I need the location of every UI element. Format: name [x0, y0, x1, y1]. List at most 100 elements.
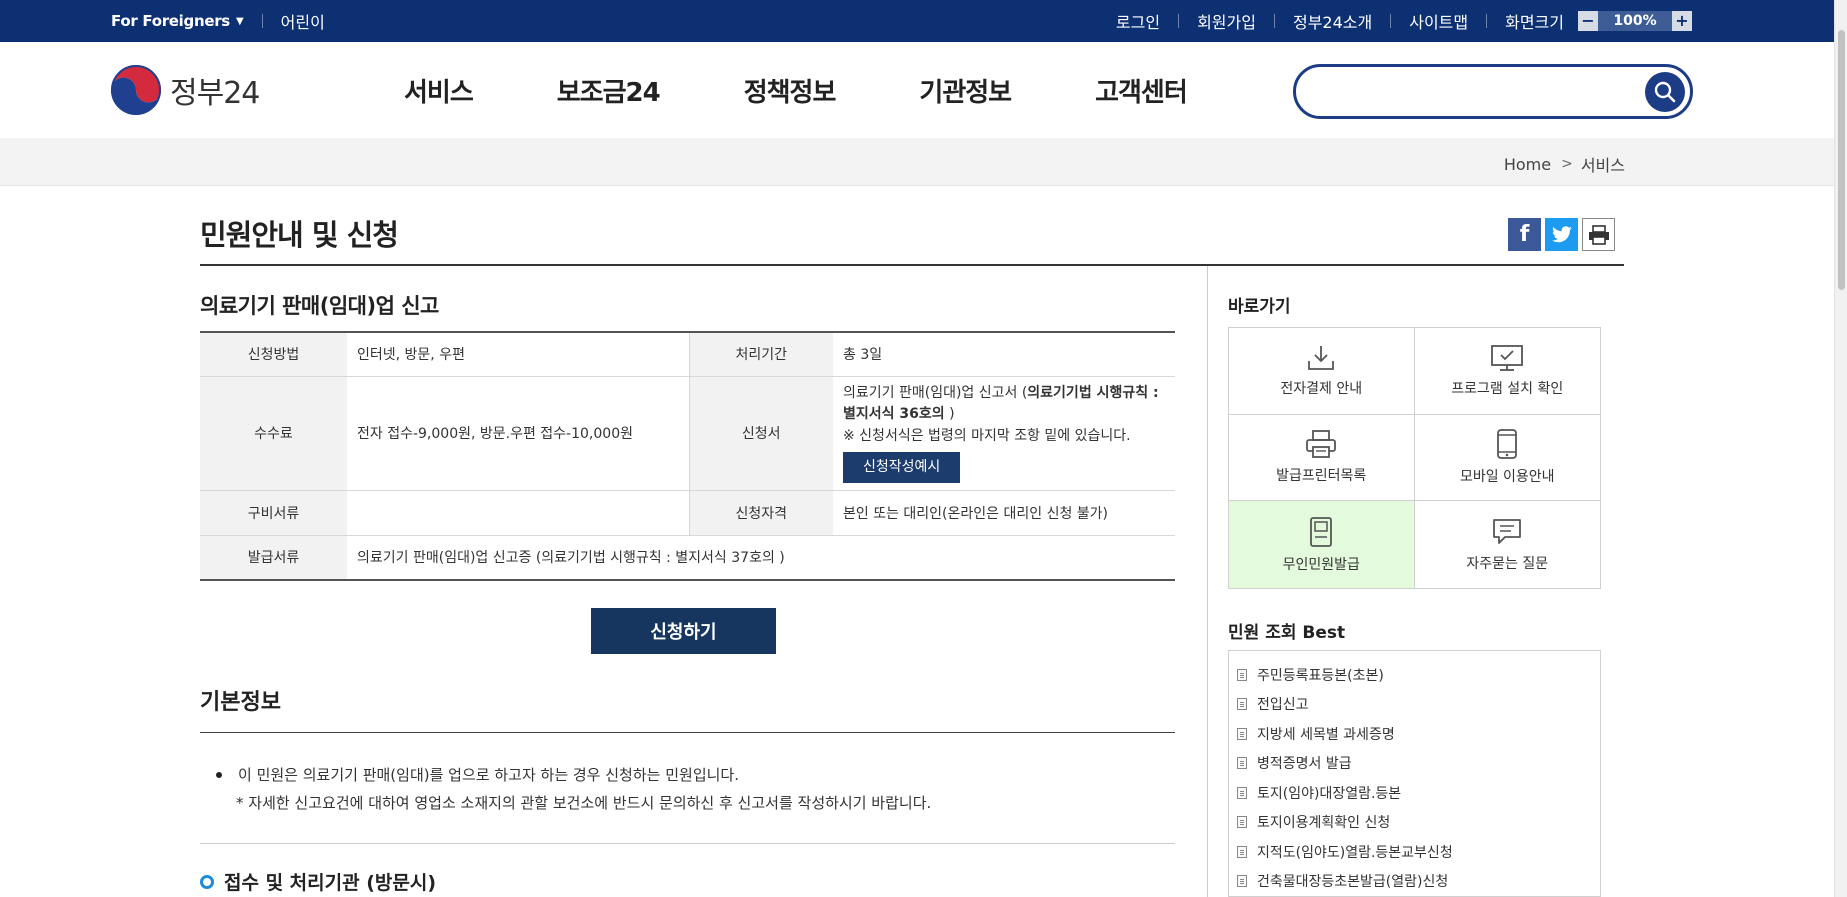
quick-link-printer-list[interactable]: 발급프린터목록 — [1229, 414, 1415, 502]
nav-subsidy24[interactable]: 보조금24 — [557, 72, 661, 109]
best-services-title: 민원 조회 Best — [1228, 623, 1346, 643]
basic-info-title: 기본정보 — [200, 690, 281, 715]
fee-label: 수수료 — [200, 376, 347, 491]
document-icon — [1237, 727, 1247, 740]
document-icon — [1237, 845, 1247, 858]
method-label: 신청방법 — [200, 332, 347, 377]
quick-link-e-payment[interactable]: 전자결제 안내 — [1229, 328, 1415, 415]
bullet-icon — [216, 771, 222, 778]
list-item[interactable]: 지적도(임야도)열람.등본교부신청 — [1229, 837, 1600, 867]
service-title: 의료기기 판매(임대)업 신고 — [200, 294, 439, 318]
breadcrumb-current[interactable]: 서비스 — [1581, 152, 1625, 176]
list-item-label: 주민등록표등본(초본) — [1257, 667, 1384, 684]
table-row: 구비서류 신청자격 본인 또는 대리인(온라인은 대리인 신청 불가) — [200, 490, 1175, 536]
for-foreigners-menu[interactable]: For Foreigners — [111, 12, 230, 30]
facebook-share-button[interactable]: f — [1508, 218, 1541, 251]
about-link[interactable]: 정부24소개 — [1293, 9, 1372, 33]
quick-link-faq[interactable]: 자주묻는 질문 — [1415, 501, 1601, 588]
chevron-right-icon: > — [1561, 156, 1573, 172]
nav-customer-center[interactable]: 고객센터 — [1095, 72, 1188, 109]
list-item[interactable]: 지방세 세목별 과세증명 — [1229, 719, 1600, 749]
print-button[interactable] — [1582, 218, 1615, 251]
document-icon — [1237, 668, 1247, 681]
issue-label: 발급서류 — [200, 535, 347, 581]
signup-link[interactable]: 회원가입 — [1197, 9, 1256, 33]
list-item[interactable]: 병적증명서 발급 — [1229, 749, 1600, 779]
reception-section-title: 접수 및 처리기관 (방문시) — [200, 868, 436, 895]
zoom-out-button[interactable]: − — [1578, 11, 1598, 31]
fee-value: 전자 접수-9,000원, 방문.우편 접수-10,000원 — [347, 376, 689, 491]
list-item-label: 지적도(임야도)열람.등본교부신청 — [1257, 844, 1453, 861]
monitor-check-icon — [1491, 344, 1524, 371]
method-value: 인터넷, 방문, 우편 — [347, 332, 689, 377]
nav-policy-info[interactable]: 정책정보 — [744, 72, 837, 109]
printer-icon — [1588, 224, 1609, 245]
list-item-label: 전입신고 — [1257, 697, 1309, 714]
top-utility-bar: For Foreigners ▼ 어린이 로그인 회원가입 정부24소개 사이트… — [0, 0, 1847, 42]
twitter-icon — [1551, 225, 1572, 242]
period-label: 처리기간 — [688, 332, 833, 377]
best-services-list: 주민등록표등본(초본) 전입신고 지방세 세목별 과세증명 병적증명서 발급 토… — [1228, 650, 1601, 897]
nav-services[interactable]: 서비스 — [404, 72, 474, 109]
breadcrumb-band: Home > 서비스 — [0, 138, 1847, 186]
site-logo[interactable]: 정부24 — [110, 64, 260, 116]
twitter-share-button[interactable] — [1545, 218, 1578, 251]
nav-agency-info[interactable]: 기관정보 — [919, 72, 1012, 109]
list-item[interactable]: 전입신고 — [1229, 690, 1600, 720]
document-icon — [1237, 786, 1247, 799]
list-item[interactable]: 토지(임야)대장열람.등본 — [1229, 778, 1600, 808]
search-button[interactable] — [1645, 72, 1685, 112]
speech-bubble-icon — [1493, 518, 1522, 544]
table-row: 발급서류 의료기기 판매(임대)업 신고증 (의료기기법 시행규칙 : 별지서식… — [200, 535, 1175, 581]
form-example-button[interactable]: 신청작성예시 — [843, 451, 961, 484]
login-link[interactable]: 로그인 — [1116, 9, 1160, 33]
list-item-label: 지방세 세목별 과세증명 — [1257, 726, 1395, 743]
list-item-label: 토지(임야)대장열람.등본 — [1257, 785, 1402, 802]
caret-down-icon[interactable]: ▼ — [236, 16, 244, 27]
main-navigation: 서비스 보조금24 정책정보 기관정보 고객센터 — [404, 42, 1271, 138]
reception-title-text: 접수 및 처리기관 (방문시) — [224, 872, 437, 894]
logo-text: 정부24 — [170, 76, 260, 111]
list-item-label: 토지이용계획확인 신청 — [1257, 815, 1391, 832]
search-icon — [1654, 81, 1676, 103]
form-note: ※ 신청서식은 법령의 마지막 조항 밑에 있습니다. — [843, 428, 1131, 444]
taegeuk-logo-icon — [111, 65, 161, 115]
form-label: 신청서 — [688, 376, 833, 491]
quick-link-mobile-guide[interactable]: 모바일 이용안내 — [1414, 415, 1600, 502]
divider — [1178, 14, 1180, 28]
form-cell: 의료기기 판매(임대)업 신고서 (의료기기법 시행규칙 : 별지서식 36호의… — [833, 376, 1175, 491]
circle-bullet-icon — [200, 874, 214, 889]
form-value-suffix: ) — [944, 406, 955, 423]
docs-value — [347, 490, 689, 536]
breadcrumb: Home > 서비스 — [1504, 152, 1625, 176]
table-row: 신청방법 인터넷, 방문, 우편 처리기간 총 3일 — [200, 332, 1175, 377]
title-divider — [200, 264, 1624, 266]
quick-link-label: 발급프린터목록 — [1276, 468, 1367, 485]
breadcrumb-home[interactable]: Home — [1504, 155, 1551, 174]
search-box — [1293, 64, 1693, 119]
kids-link[interactable]: 어린이 — [281, 9, 325, 33]
section-divider — [200, 732, 1175, 733]
document-icon — [1237, 757, 1247, 770]
main-header: 정부24 서비스 보조금24 정책정보 기관정보 고객센터 — [0, 42, 1847, 138]
divider — [1486, 14, 1488, 28]
mobile-phone-icon — [1497, 429, 1518, 460]
list-item[interactable]: 주민등록표등본(초본) — [1229, 660, 1600, 690]
list-item[interactable]: 건축물대장등초본발급(열람)신청 — [1229, 867, 1600, 897]
quick-link-program-check[interactable]: 프로그램 설치 확인 — [1414, 328, 1600, 415]
scrollbar-thumb[interactable] — [1838, 30, 1845, 290]
page-scrollbar[interactable] — [1834, 0, 1847, 897]
sitemap-link[interactable]: 사이트맵 — [1409, 9, 1468, 33]
divider — [261, 14, 263, 28]
search-input[interactable] — [1316, 77, 1616, 107]
service-info-table: 신청방법 인터넷, 방문, 우편 처리기간 총 3일 수수료 전자 접수-9,0… — [200, 331, 1175, 581]
apply-button[interactable]: 신청하기 — [591, 608, 776, 654]
list-item[interactable]: 토지이용계획확인 신청 — [1229, 808, 1600, 838]
zoom-in-button[interactable]: + — [1672, 11, 1692, 31]
table-row: 수수료 전자 접수-9,000원, 방문.우편 접수-10,000원 신청서 의… — [200, 376, 1175, 491]
docs-label: 구비서류 — [200, 490, 347, 536]
quick-link-label: 프로그램 설치 확인 — [1451, 380, 1564, 397]
issue-value: 의료기기 판매(임대)업 신고증 (의료기기법 시행규칙 : 별지서식 37호의… — [347, 535, 1175, 581]
quick-link-kiosk[interactable]: 무인민원발급 — [1229, 501, 1415, 588]
quick-link-label: 자주묻는 질문 — [1466, 555, 1549, 572]
